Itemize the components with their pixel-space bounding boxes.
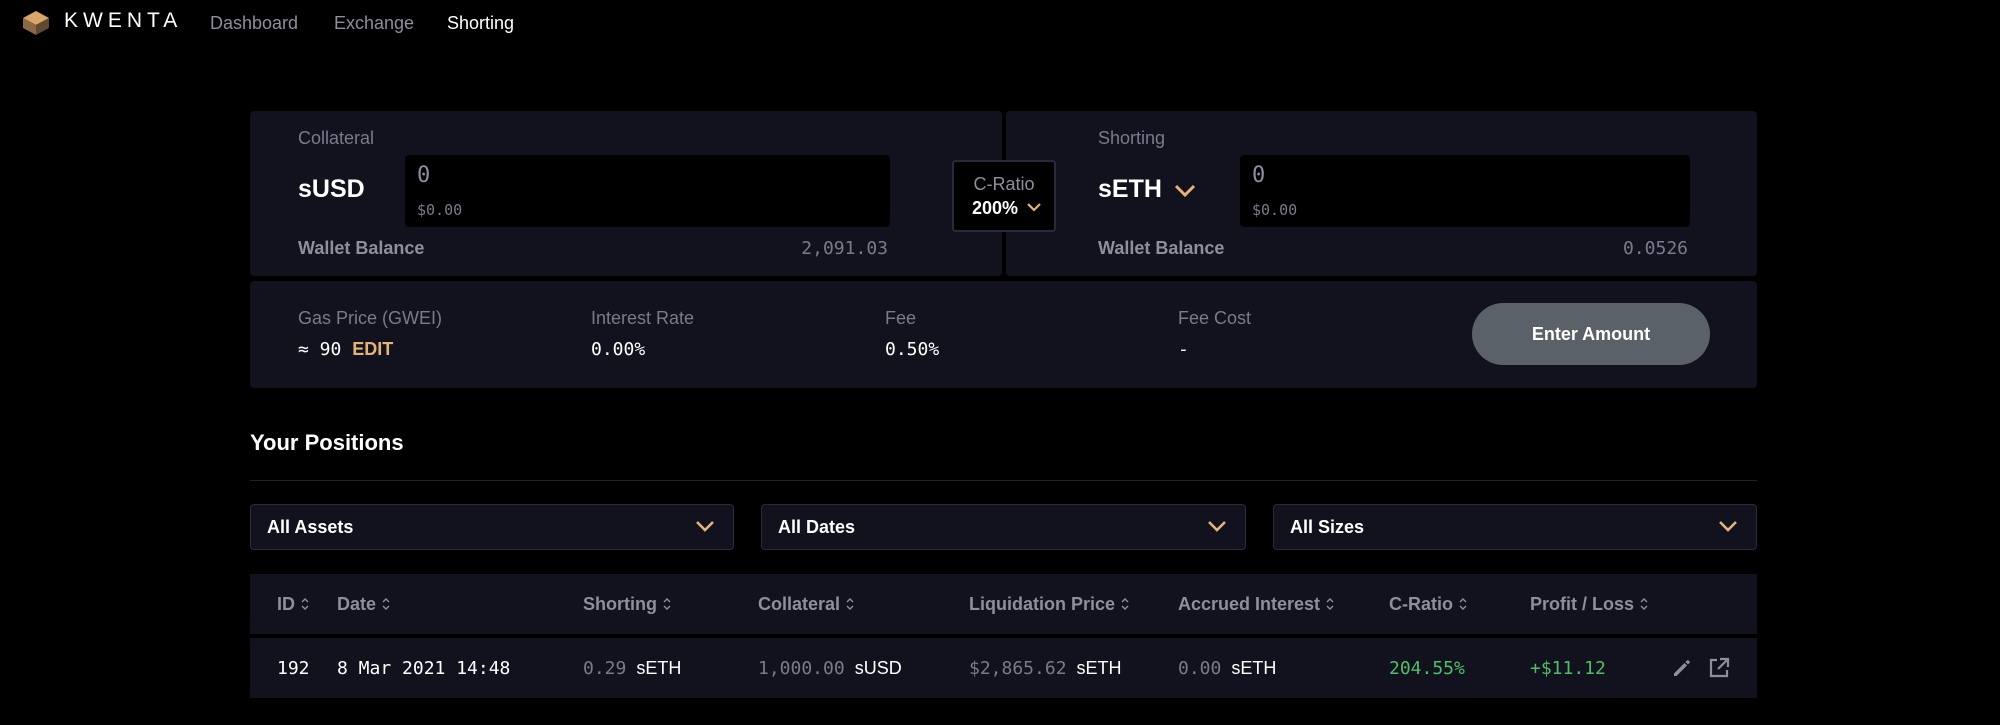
kwenta-logo-icon[interactable] — [22, 10, 50, 36]
column-header-label: ID — [277, 594, 295, 614]
sort-icon — [1640, 598, 1648, 610]
filter-dates-dropdown[interactable]: All Dates — [761, 504, 1246, 550]
shorting-asset-selector[interactable]: sETH — [1098, 172, 1208, 208]
filter-sizes-label: All Sizes — [1290, 517, 1365, 537]
cell-id: 192 — [277, 658, 310, 679]
sort-icon — [1121, 598, 1129, 610]
collateral-amount-value: 0 — [417, 163, 431, 188]
nav-link-exchange[interactable]: Exchange — [334, 13, 414, 34]
column-header-label: Collateral — [758, 594, 841, 614]
sort-icon — [846, 598, 854, 610]
cell-shorting-asset: sETH — [636, 658, 682, 678]
chevron-down-icon — [1719, 521, 1737, 532]
collateral-wallet-label: Wallet Balance — [298, 238, 425, 258]
positions-table-header: ID Date Shorting Collateral Liquidation … — [250, 574, 1757, 634]
gas-price-value: ≈ 90 EDIT — [298, 339, 393, 360]
gas-price-amount: ≈ 90 — [298, 339, 342, 360]
interest-rate-value: 0.00% — [591, 339, 646, 360]
cell-cratio: 204.55% — [1389, 658, 1465, 679]
cell-shorting-amount: 0.29 — [583, 658, 627, 679]
column-header-label: Shorting — [583, 594, 657, 614]
cell-profit-loss: +$11.12 — [1530, 658, 1606, 679]
cell-liquidation-price: $2,865.62 sETH — [969, 658, 1122, 679]
enter-amount-button[interactable]: Enter Amount — [1472, 303, 1710, 365]
chevron-down-icon — [1208, 521, 1226, 532]
interest-rate-label: Interest Rate — [591, 308, 695, 328]
column-header-label: Accrued Interest — [1178, 594, 1321, 614]
column-header-id[interactable]: ID — [277, 594, 309, 615]
column-header-shorting[interactable]: Shorting — [583, 594, 671, 615]
chevron-down-icon — [1174, 184, 1196, 198]
column-header-label: Date — [337, 594, 377, 614]
column-header-accrued-interest[interactable]: Accrued Interest — [1178, 594, 1334, 615]
sort-icon — [1326, 598, 1334, 610]
collateral-usd-value: $0.00 — [417, 201, 463, 219]
gas-edit-link[interactable]: EDIT — [352, 339, 393, 359]
cell-liq-price-amount: $2,865.62 — [969, 658, 1067, 679]
collateral-wallet-balance: 2,091.03 — [801, 238, 888, 259]
column-header-label: C-Ratio — [1389, 594, 1453, 614]
cell-interest-amount: 0.00 — [1178, 658, 1222, 679]
sort-icon — [301, 598, 309, 610]
cell-collateral-asset: sUSD — [854, 658, 902, 678]
column-header-label: Liquidation Price — [969, 594, 1116, 614]
cell-liq-price-asset: sETH — [1076, 658, 1122, 678]
external-link-icon[interactable] — [1707, 656, 1731, 680]
fee-value: 0.50% — [885, 339, 940, 360]
column-header-liquidation-price[interactable]: Liquidation Price — [969, 594, 1129, 615]
sort-icon — [382, 598, 390, 610]
shorting-wallet-balance: 0.0526 — [1622, 238, 1688, 259]
chevron-down-icon — [696, 521, 714, 532]
fee-label: Fee — [885, 308, 917, 328]
cratio-selector-value: 200% — [972, 198, 1019, 218]
column-header-cratio[interactable]: C-Ratio — [1389, 594, 1467, 615]
shorting-amount-value: 0 — [1252, 163, 1266, 188]
filter-dates-label: All Dates — [778, 517, 856, 537]
shorting-asset: sETH — [1098, 175, 1162, 203]
collateral-asset: sUSD — [298, 175, 365, 203]
edit-pencil-icon[interactable] — [1670, 656, 1694, 680]
shorting-usd-value: $0.00 — [1252, 201, 1298, 219]
nav-link-dashboard[interactable]: Dashboard — [210, 13, 298, 34]
chevron-down-icon — [1027, 203, 1041, 212]
filter-assets-label: All Assets — [267, 517, 354, 537]
column-header-label: Profit / Loss — [1530, 594, 1635, 614]
sort-icon — [663, 598, 671, 610]
collateral-amount-input[interactable]: 0 $0.00 — [405, 155, 890, 227]
filter-assets-dropdown[interactable]: All Assets — [250, 504, 734, 550]
cratio-selector-label: C-Ratio — [973, 174, 1035, 194]
column-header-collateral[interactable]: Collateral — [758, 594, 854, 615]
fee-cost-value: - — [1178, 339, 1189, 360]
cell-interest-asset: sETH — [1231, 658, 1277, 678]
fee-cost-label: Fee Cost — [1178, 308, 1252, 328]
filter-sizes-dropdown[interactable]: All Sizes — [1273, 504, 1757, 550]
cell-shorting: 0.29 sETH — [583, 658, 681, 679]
shorting-label: Shorting — [1098, 128, 1166, 148]
cell-collateral: 1,000.00 sUSD — [758, 658, 902, 679]
positions-title: Your Positions — [250, 430, 404, 455]
section-divider — [250, 480, 1757, 481]
cell-accrued-interest: 0.00 sETH — [1178, 658, 1276, 679]
sort-icon — [1459, 598, 1467, 610]
top-nav: KWENTA Dashboard Exchange Shorting — [0, 0, 2000, 50]
gas-price-label: Gas Price (GWEI) — [298, 308, 443, 328]
cell-date: 8 Mar 2021 14:48 — [337, 658, 511, 679]
cratio-selector[interactable]: C-Ratio 200% — [952, 160, 1056, 232]
nav-link-shorting[interactable]: Shorting — [447, 13, 514, 34]
column-header-profit-loss[interactable]: Profit / Loss — [1530, 594, 1648, 615]
brand-name[interactable]: KWENTA — [64, 9, 182, 33]
table-row[interactable]: 192 8 Mar 2021 14:48 0.29 sETH 1,000.00 sU… — [250, 638, 1757, 698]
cell-collateral-amount: 1,000.00 — [758, 658, 845, 679]
shorting-wallet-label: Wallet Balance — [1098, 238, 1225, 258]
shorting-amount-input[interactable]: 0 $0.00 — [1240, 155, 1690, 227]
column-header-date[interactable]: Date — [337, 594, 390, 615]
collateral-label: Collateral — [298, 128, 375, 148]
